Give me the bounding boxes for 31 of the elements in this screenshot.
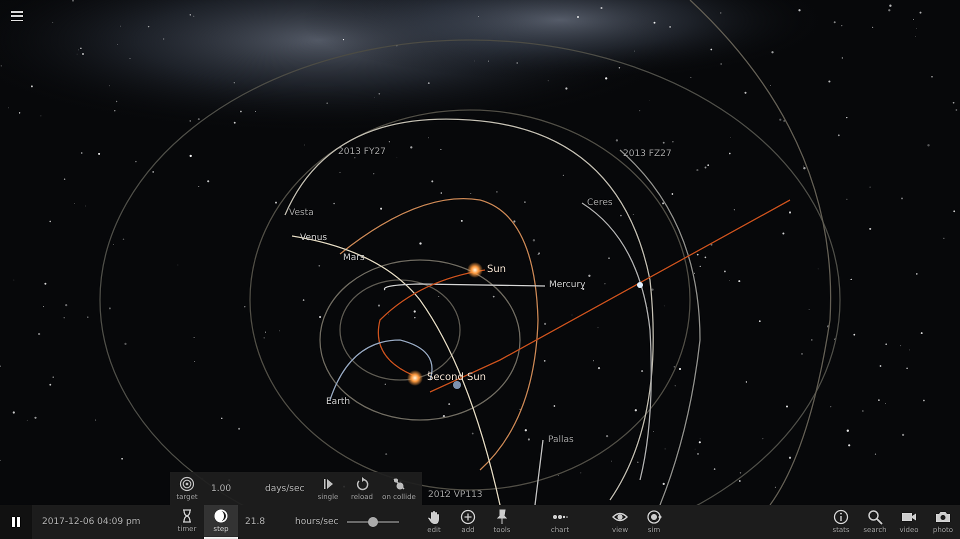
pause-button[interactable] [0,505,32,539]
hand-icon [426,509,442,525]
search-icon [867,509,883,525]
speed-unit: hours/sec [295,517,340,527]
reload-icon [354,476,370,492]
body-label[interactable]: Vesta [289,207,314,219]
speed-value: 21.8 [245,517,266,527]
body-label[interactable]: 2012 VP113 [428,489,483,501]
target-icon [179,476,195,492]
add-icon [460,509,476,525]
body-label[interactable]: Earth [326,396,350,408]
moon-phase-icon [213,508,229,524]
star-glow [407,370,423,386]
body-label[interactable]: Mercury [549,279,586,291]
slider-thumb[interactable] [368,517,378,527]
orbit-icon [646,509,662,525]
speed-value: 1.00 [211,484,232,494]
pin-icon [494,509,510,525]
camera-icon [935,509,951,525]
body-label[interactable]: Pallas [548,434,574,446]
body-label[interactable]: 2013 FY27 [338,146,386,158]
body-label[interactable]: Ceres [587,197,613,209]
body-label[interactable]: Mars [343,252,365,264]
collision-icon [391,476,407,492]
speed-unit: days/sec [265,484,306,494]
menu-icon[interactable] [11,11,23,21]
body-label[interactable]: 2013 FZ27 [623,148,672,160]
date-time: 2017-12-06 04:09 pm [42,517,142,527]
info-icon [833,509,849,525]
body-label[interactable]: Sun [487,264,506,276]
star-glow [467,262,483,278]
